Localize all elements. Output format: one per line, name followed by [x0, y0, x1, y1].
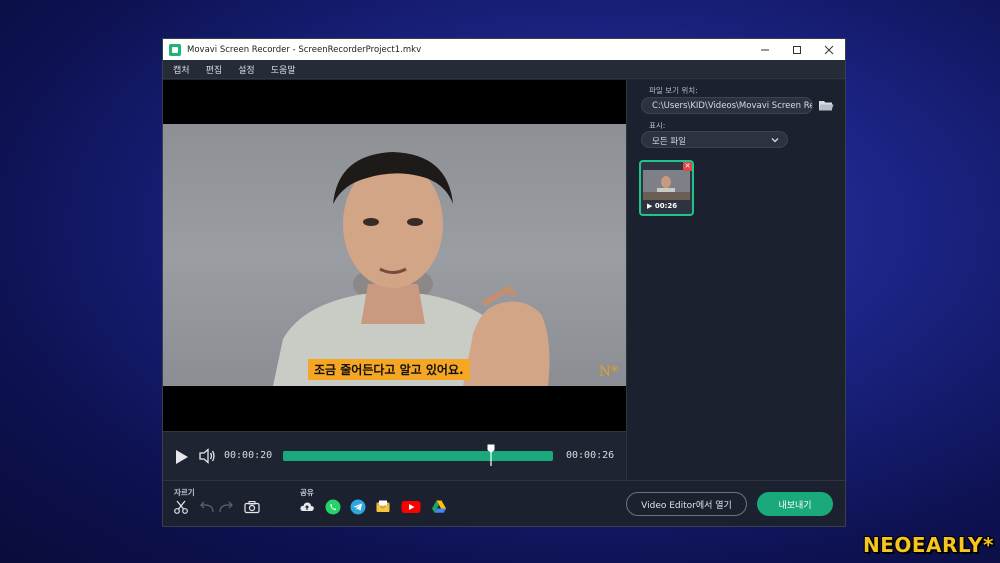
- total-time: 00:00:26: [566, 450, 615, 461]
- export-button[interactable]: 내보내기: [757, 492, 833, 516]
- redo-button[interactable]: [217, 499, 235, 515]
- location-field[interactable]: C:\Users\KID\Videos\Movavi Screen Record…: [641, 97, 813, 114]
- minimize-icon: [761, 49, 769, 50]
- filter-value: 모든 파일: [652, 137, 686, 147]
- open-in-video-editor-button[interactable]: Video Editor에서 열기: [626, 492, 747, 516]
- location-label: 파일 보기 위치:: [649, 86, 698, 95]
- file-panel: 파일 보기 위치: C:\Users\KID\Videos\Movavi Scr…: [626, 80, 845, 480]
- title-bar: Movavi Screen Recorder - ScreenRecorderP…: [163, 39, 845, 60]
- youtube-icon[interactable]: [401, 499, 421, 515]
- redo-icon: [219, 501, 233, 513]
- timeline-track[interactable]: [283, 444, 553, 466]
- cut-section-label: 자르기: [174, 488, 195, 497]
- snapshot-button[interactable]: [243, 499, 261, 515]
- window-controls: [749, 39, 845, 60]
- close-button[interactable]: [813, 39, 845, 60]
- cut-button[interactable]: [172, 499, 190, 515]
- bottom-toolbar: 자르기 공유 Video Editor에서 열기 내보내기: [163, 480, 845, 526]
- playhead-handle[interactable]: [487, 444, 495, 466]
- undo-button[interactable]: [198, 499, 216, 515]
- maximize-icon: [793, 45, 801, 54]
- play-button[interactable]: [175, 449, 189, 465]
- video-preview[interactable]: 조금 줄어든다고 알고 있어요. N*: [163, 80, 626, 431]
- video-subtitle: 조금 줄어든다고 알고 있어요.: [308, 359, 470, 380]
- whatsapp-icon[interactable]: [325, 499, 341, 515]
- file-filter-select[interactable]: 모든 파일: [641, 131, 788, 148]
- close-icon: [824, 45, 834, 54]
- scissors-icon: [174, 500, 188, 514]
- thumbnail-image: [643, 170, 690, 200]
- camera-icon: [244, 501, 260, 514]
- window-title: Movavi Screen Recorder - ScreenRecorderP…: [187, 44, 422, 55]
- thumbnail-duration: ▶ 00:26: [647, 202, 678, 210]
- cloud-upload-icon[interactable]: [299, 499, 315, 515]
- thumbnail-delete-button[interactable]: ✕: [683, 162, 692, 171]
- undo-icon: [200, 501, 214, 513]
- playback-controls: 00:00:20 00:00:26: [163, 431, 626, 480]
- chevron-down-icon: [771, 138, 779, 143]
- maximize-button[interactable]: [781, 39, 813, 60]
- app-window: Movavi Screen Recorder - ScreenRecorderP…: [162, 38, 846, 527]
- menu-settings[interactable]: 설정: [230, 63, 263, 76]
- menu-capture[interactable]: 캡처: [163, 63, 198, 76]
- timeline-progress: [283, 451, 553, 461]
- email-icon[interactable]: [375, 499, 391, 515]
- share-section-label: 공유: [300, 488, 314, 497]
- watermark-logo: NEOEARLY*: [862, 533, 994, 557]
- volume-button[interactable]: [198, 448, 216, 464]
- menu-edit[interactable]: 편집: [198, 63, 231, 76]
- recording-thumbnail[interactable]: ✕ ▶ 00:26: [639, 160, 694, 216]
- video-frame: 조금 줄어든다고 알고 있어요. N*: [163, 124, 626, 386]
- app-logo-icon: [169, 43, 181, 56]
- video-corner-mark: N*: [598, 364, 618, 380]
- google-drive-icon[interactable]: [431, 499, 447, 515]
- current-time: 00:00:20: [224, 450, 273, 461]
- menu-help[interactable]: 도움말: [263, 63, 304, 76]
- minimize-button[interactable]: [749, 39, 781, 60]
- menu-bar: 캡처 편집 설정 도움말: [163, 60, 845, 79]
- filter-label: 표시:: [649, 121, 666, 130]
- thumbnail-preview-image: [643, 170, 690, 200]
- telegram-icon[interactable]: [350, 499, 366, 515]
- folder-open-icon[interactable]: [818, 98, 834, 112]
- video-person-image: [273, 152, 550, 386]
